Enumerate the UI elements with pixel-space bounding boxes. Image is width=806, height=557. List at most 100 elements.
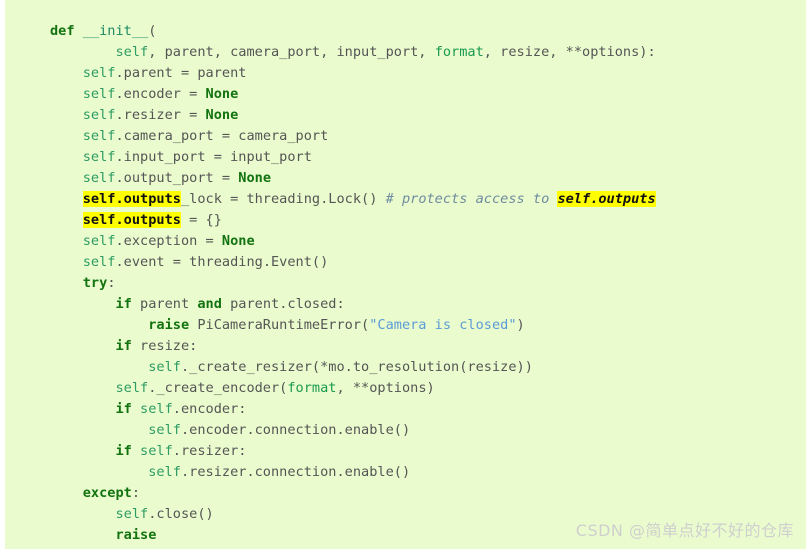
code-token-plain: .resizer.connection.enable() (180, 464, 411, 480)
code-line: self.encoder = None (50, 84, 656, 105)
code-line: raise PiCameraRuntimeError("Camera is cl… (50, 315, 656, 336)
code-token-plain: : (107, 275, 116, 291)
code-token-self: self (115, 506, 149, 522)
code-token-self: self (115, 380, 149, 396)
code-token-builtin: format (434, 44, 484, 60)
code-token-plain: = {} (180, 212, 222, 228)
code-token-builtin: format (287, 380, 337, 396)
code-token-plain: ._create_encoder( (148, 380, 288, 396)
watermark-text: CSDN @简单点好不好的仓库 (575, 521, 794, 540)
code-token-self: self (148, 359, 181, 375)
code-token-self: self (82, 86, 116, 102)
code-token-plain: .output_port = (115, 170, 239, 186)
code-token-plain: .encoder = (115, 86, 206, 102)
code-token-plain: PiCameraRuntimeError( (189, 317, 370, 333)
code-token-plain: , parent, camera_port, input_port, (148, 44, 435, 60)
code-line: def __init__( (50, 21, 656, 42)
code-line: self.close() (50, 504, 656, 525)
code-token-plain: _lock = threading.Lock() (180, 191, 386, 207)
code-token-plain: .camera_port = camera_port (115, 128, 329, 144)
code-token-kw: and (197, 296, 222, 312)
code-line: if self.encoder: (50, 399, 656, 420)
code-token-plain: .input_port = input_port (115, 149, 312, 165)
code-token-kw: try (82, 275, 108, 291)
code-token-fname: __init__ (82, 23, 149, 39)
code-token-plain: resize: (131, 338, 198, 354)
code-token-kw: raise (148, 317, 190, 333)
code-surface: def __init__( self, parent, camera_port,… (5, 0, 806, 549)
code-token-plain: .resizer = (115, 107, 206, 123)
code-line: self.exception = None (50, 231, 656, 252)
code-token-plain: parent.closed: (221, 296, 345, 312)
code-token-kw: None (238, 170, 272, 186)
code-token-plain: .encoder: (172, 401, 247, 417)
code-token-self: self (82, 170, 116, 186)
code-token-self: self (115, 44, 149, 60)
code-token-self: self (140, 443, 173, 459)
code-token-plain: .resizer: (172, 443, 247, 459)
code-line: self.event = threading.Event() (50, 252, 656, 273)
code-token-comment: # protects access to (385, 191, 558, 207)
code-token-hl: self.outputs (82, 212, 181, 228)
code-token-kw: None (205, 107, 239, 123)
code-token-hl-c: self.outputs (557, 191, 656, 207)
code-token-plain: , resize, **options): (483, 44, 656, 60)
code-token-kw: if (115, 401, 132, 417)
code-line: if parent and parent.closed: (50, 294, 656, 315)
code-token-kw: if (115, 443, 132, 459)
code-token-str: "Camera is closed" (369, 317, 517, 333)
code-block[interactable]: def __init__( self, parent, camera_port,… (50, 21, 656, 546)
code-token-kw: if (115, 296, 132, 312)
screenshot-root: def __init__( self, parent, camera_port,… (0, 0, 806, 557)
code-line: self.parent = parent (50, 63, 656, 84)
code-line: self, parent, camera_port, input_port, f… (50, 42, 656, 63)
code-token-self: self (82, 65, 116, 81)
code-line: self.resizer.connection.enable() (50, 462, 656, 483)
code-line: self.encoder.connection.enable() (50, 420, 656, 441)
code-token-kw: raise (115, 527, 157, 543)
code-line: if self.resizer: (50, 441, 656, 462)
code-token-kw: None (205, 86, 239, 102)
code-token-plain: .parent = parent (115, 65, 247, 81)
code-token-hl: self.outputs (82, 191, 181, 207)
code-token-self: self (82, 128, 116, 144)
code-token-kw: except (82, 485, 132, 501)
code-line: self.input_port = input_port (50, 147, 656, 168)
code-token-kw: if (115, 338, 132, 354)
code-token-self: self (82, 107, 116, 123)
code-line: try: (50, 273, 656, 294)
code-line: if resize: (50, 336, 656, 357)
code-token-self: self (82, 233, 116, 249)
code-token-plain: .event = threading.Event() (115, 254, 329, 270)
code-token-plain: ._create_resizer(*mo.to_resolution(resiz… (180, 359, 533, 375)
code-line: self._create_encoder(format, **options) (50, 378, 656, 399)
code-token-plain: ) (516, 317, 525, 333)
code-token-self: self (82, 254, 116, 270)
code-token-self: self (148, 422, 181, 438)
code-token-plain: .exception = (115, 233, 222, 249)
code-line: self.output_port = None (50, 168, 656, 189)
